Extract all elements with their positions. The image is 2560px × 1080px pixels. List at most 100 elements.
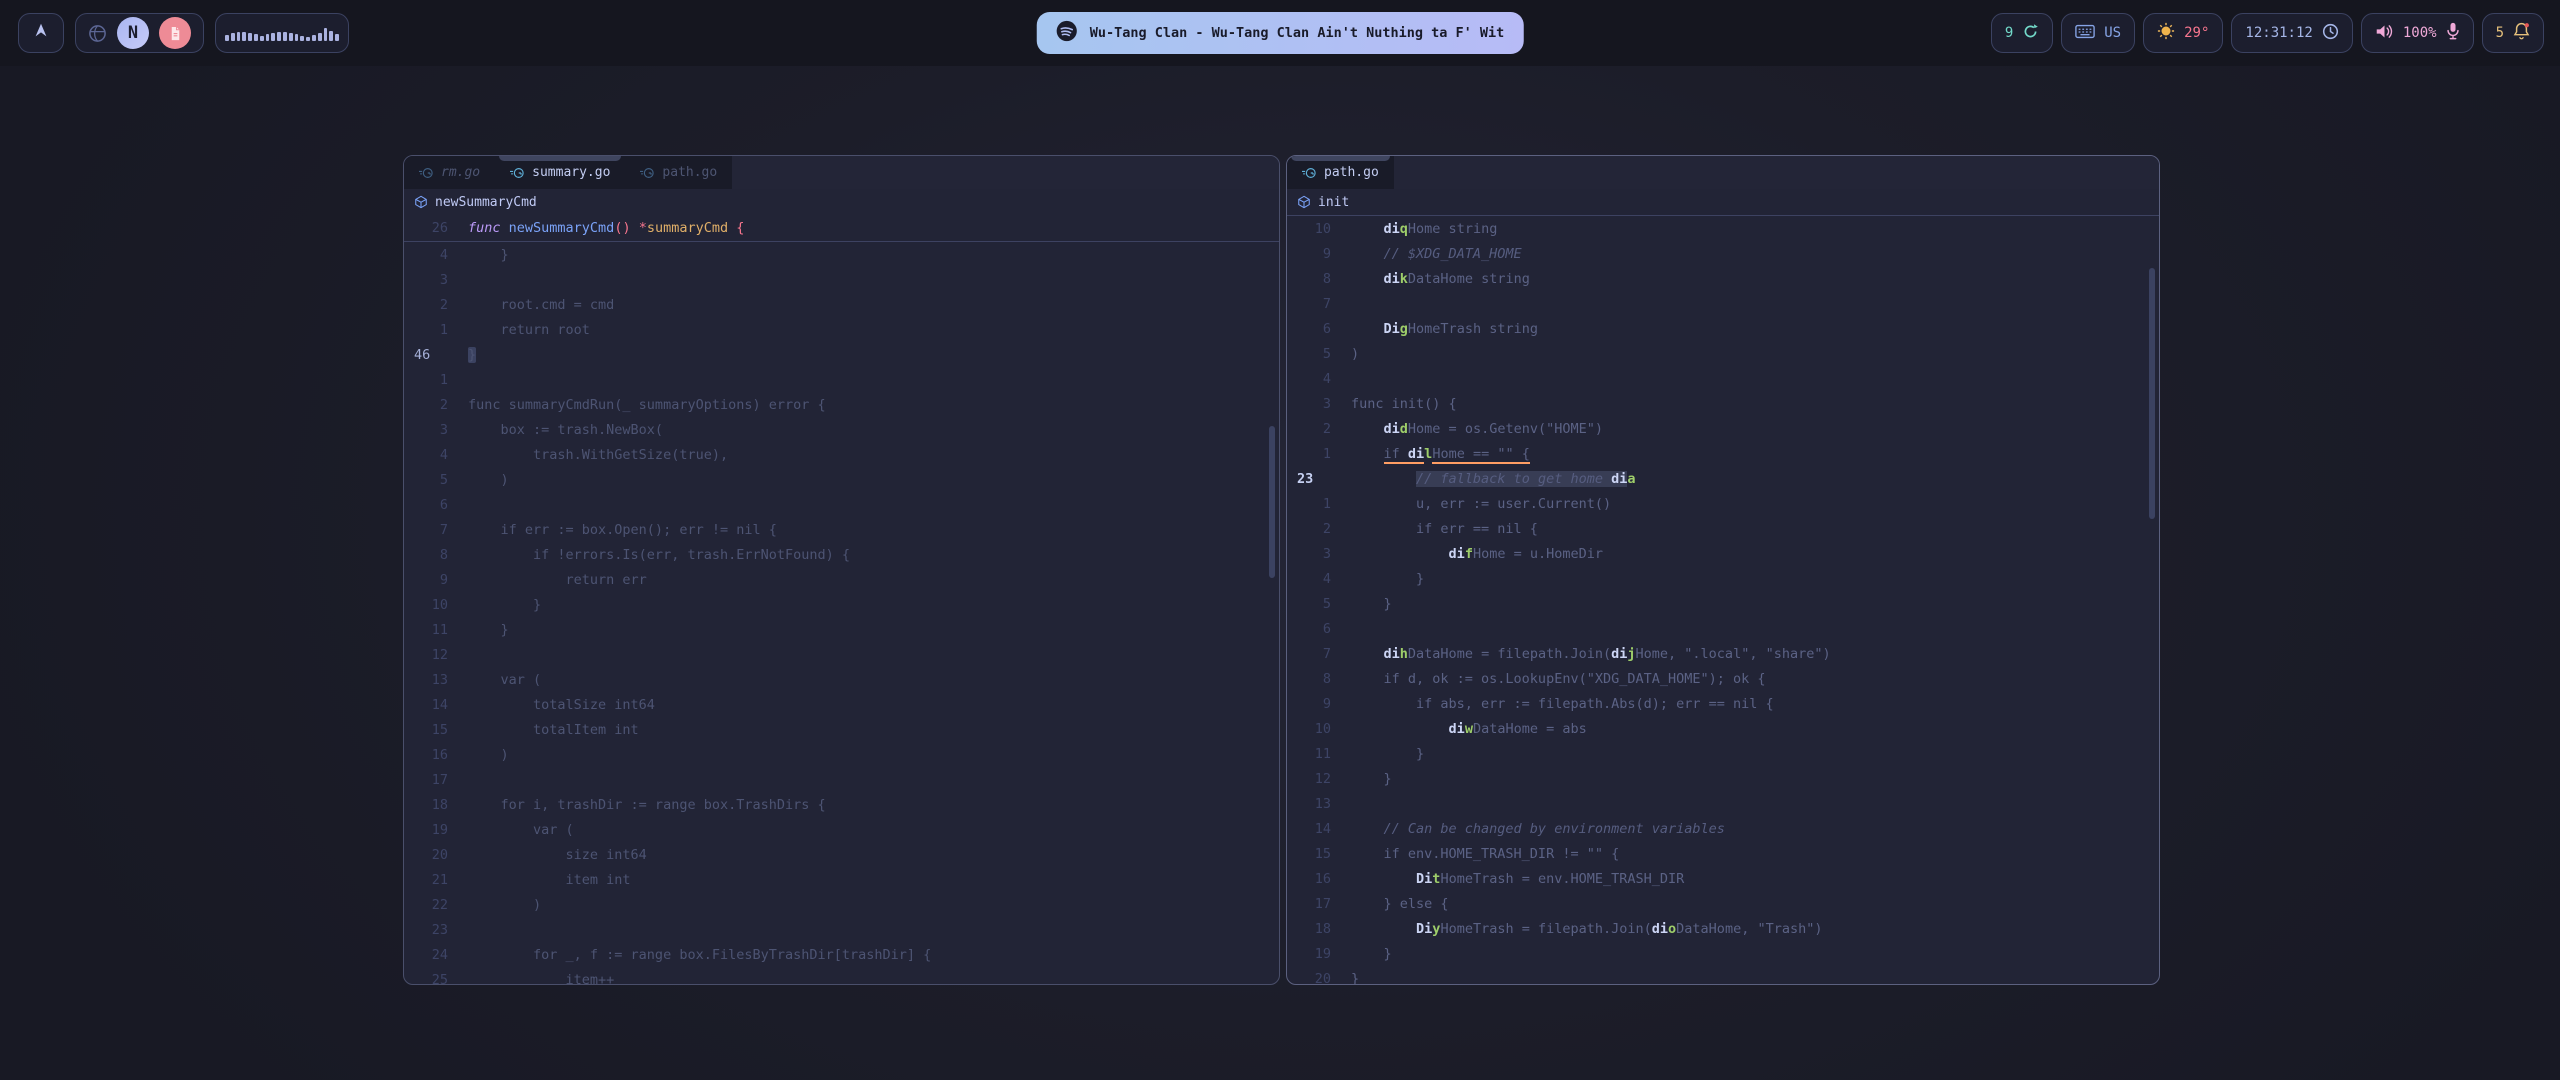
code-line[interactable]: 17 } else { (1287, 891, 2159, 916)
code-line[interactable]: 14 // Can be changed by environment vari… (1287, 816, 2159, 841)
scrollbar[interactable] (2149, 268, 2155, 519)
line-number: 2 (404, 397, 448, 413)
code-line[interactable]: 4 trash.WithGetSize(true), (404, 442, 1279, 467)
line-number: 14 (1287, 821, 1331, 837)
code-line[interactable]: 8 if d, ok := os.LookupEnv("XDG_DATA_HOM… (1287, 666, 2159, 691)
code-line[interactable]: 2func summaryCmdRun(_ summaryOptions) er… (404, 392, 1279, 417)
code-line[interactable]: 11 } (1287, 741, 2159, 766)
code-line[interactable]: 7 dihDataHome = filepath.Join(dijHome, "… (1287, 641, 2159, 666)
code-line[interactable]: 15 totalItem int (404, 717, 1279, 742)
code-line[interactable]: 20 size int64 (404, 842, 1279, 867)
code-line[interactable]: 4 } (1287, 566, 2159, 591)
code-line[interactable]: 6 (404, 492, 1279, 517)
line-number: 2 (404, 297, 448, 313)
code-line[interactable]: 1 if dilHome == "" { (1287, 441, 2159, 466)
code-line[interactable]: 6 DigHomeTrash string (1287, 316, 2159, 341)
speaker-icon (2375, 23, 2394, 44)
globe-icon[interactable] (88, 24, 107, 43)
code-line[interactable]: 23 (404, 917, 1279, 942)
code-line[interactable]: 46} (404, 342, 1279, 367)
code-line[interactable]: 16 ) (404, 742, 1279, 767)
code-line[interactable]: 9 if abs, err := filepath.Abs(d); err ==… (1287, 691, 2159, 716)
tab-path.go[interactable]: path.go (625, 156, 732, 189)
code-line[interactable]: 21 item int (404, 867, 1279, 892)
neovim-workspace-icon[interactable]: N (117, 17, 149, 49)
keyboard-layout-pill[interactable]: US (2061, 13, 2135, 53)
code-line[interactable]: 19 var ( (404, 817, 1279, 842)
line-number: 12 (1287, 771, 1331, 787)
sticky-context-line[interactable]: 26func newSummaryCmd() *summaryCmd { (404, 215, 1279, 242)
code-line[interactable]: 3 difHome = u.HomeDir (1287, 541, 2159, 566)
code-line[interactable]: 10 diqHome string (1287, 216, 2159, 241)
volume-pill[interactable]: 100% (2361, 13, 2474, 53)
code-line[interactable]: 3func init() { (1287, 391, 2159, 416)
tab-path.go[interactable]: path.go (1287, 156, 1394, 189)
sun-icon (2157, 22, 2175, 44)
code-line[interactable]: 13 var ( (404, 667, 1279, 692)
code-text: DigHomeTrash string (1351, 321, 1538, 337)
code-line[interactable]: 1 return root (404, 317, 1279, 342)
notifications-pill[interactable]: 5 (2482, 13, 2544, 53)
code-line[interactable]: 5) (1287, 341, 2159, 366)
code-line[interactable]: 1 u, err := user.Current() (1287, 491, 2159, 516)
code-line[interactable]: 20} (1287, 966, 2159, 985)
code-line[interactable]: 23 // fallback to get home dia (1287, 466, 2159, 491)
code-line[interactable]: 5 } (1287, 591, 2159, 616)
updates-count: 9 (2005, 25, 2013, 41)
updates-pill[interactable]: 9 (1991, 13, 2053, 53)
code-line[interactable]: 15 if env.HOME_TRASH_DIR != "" { (1287, 841, 2159, 866)
clock-pill[interactable]: 12:31:12 (2231, 13, 2352, 53)
code-line[interactable]: 22 ) (404, 892, 1279, 917)
code-line[interactable]: 2 root.cmd = cmd (404, 292, 1279, 317)
code-line[interactable]: 11 } (404, 617, 1279, 642)
code-text: item int (468, 872, 631, 888)
code-line[interactable]: 10 } (404, 592, 1279, 617)
code-line[interactable]: 18 for i, trashDir := range box.TrashDir… (404, 792, 1279, 817)
code-line[interactable]: 8 if !errors.Is(err, trash.ErrNotFound) … (404, 542, 1279, 567)
code-line[interactable]: 24 for _, f := range box.FilesByTrashDir… (404, 942, 1279, 967)
code-text: // Can be changed by environment variabl… (1351, 821, 1725, 837)
code-line[interactable]: 9 // $XDG_DATA_HOME (1287, 241, 2159, 266)
buffer-tab-bar: rm.gosummary.gopath.go (404, 156, 1279, 189)
code-line[interactable]: 17 (404, 767, 1279, 792)
visualizer-bar (271, 33, 275, 41)
temperature: 29° (2184, 25, 2209, 41)
symbol-cube-icon (1297, 195, 1311, 209)
document-icon[interactable] (159, 17, 191, 49)
code-line[interactable]: 1 (404, 367, 1279, 392)
code-line[interactable]: 18 DiyHomeTrash = filepath.Join(dioDataH… (1287, 916, 2159, 941)
code-line[interactable]: 3 box := trash.NewBox( (404, 417, 1279, 442)
line-number: 11 (404, 622, 448, 638)
code-line[interactable]: 6 (1287, 616, 2159, 641)
breadcrumb[interactable]: newSummaryCmd (404, 189, 1279, 215)
code-line[interactable]: 3 (404, 267, 1279, 292)
tab-rm.go[interactable]: rm.go (404, 156, 495, 189)
tab-summary.go[interactable]: summary.go (495, 156, 625, 189)
code-line[interactable]: 12 (404, 642, 1279, 667)
code-line[interactable]: 4 } (404, 242, 1279, 267)
launcher-button[interactable] (18, 13, 64, 53)
code-line[interactable]: 5 ) (404, 467, 1279, 492)
code-line[interactable]: 7 if err := box.Open(); err != nil { (404, 517, 1279, 542)
breadcrumb[interactable]: init (1287, 189, 2159, 216)
code-line[interactable]: 25 item++ (404, 967, 1279, 985)
code-line[interactable]: 4 (1287, 366, 2159, 391)
weather-pill[interactable]: 29° (2143, 13, 2223, 53)
scrollbar[interactable] (1269, 426, 1275, 578)
line-number: 15 (1287, 846, 1331, 862)
code-line[interactable]: 13 (1287, 791, 2159, 816)
code-line[interactable]: 12 } (1287, 766, 2159, 791)
code-line[interactable]: 14 totalSize int64 (404, 692, 1279, 717)
code-line[interactable]: 2 if err == nil { (1287, 516, 2159, 541)
code-text: // fallback to get home dia (1351, 471, 1636, 487)
bar-right-group: 9 US 29° 12:31:12 (1991, 13, 2544, 53)
code-line[interactable]: 19 } (1287, 941, 2159, 966)
code-line[interactable]: 8 dikDataHome string (1287, 266, 2159, 291)
code-line[interactable]: 2 didHome = os.Getenv("HOME") (1287, 416, 2159, 441)
code-line[interactable]: 10 diwDataHome = abs (1287, 716, 2159, 741)
now-playing-pill[interactable]: Wu-Tang Clan - Wu-Tang Clan Ain't Nuthin… (1037, 12, 1524, 54)
code-line[interactable]: 9 return err (404, 567, 1279, 592)
code-line[interactable]: 16 DitHomeTrash = env.HOME_TRASH_DIR (1287, 866, 2159, 891)
code-line[interactable]: 7 (1287, 291, 2159, 316)
visualizer-bar (260, 36, 264, 41)
